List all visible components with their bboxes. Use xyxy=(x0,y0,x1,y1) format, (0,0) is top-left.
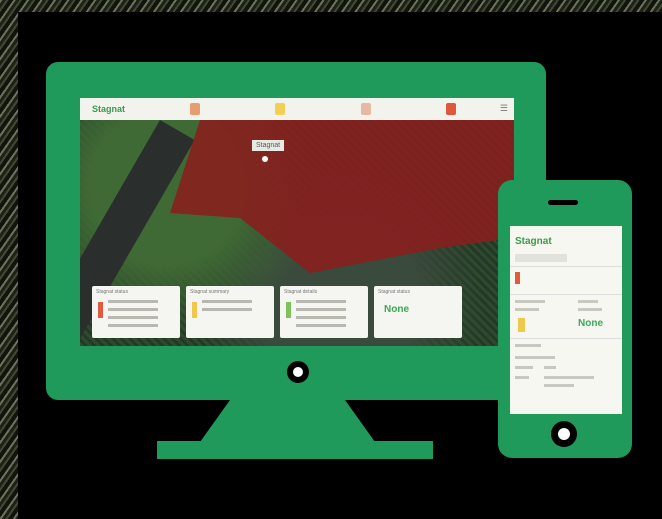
mobile-search-bar[interactable] xyxy=(515,254,567,262)
user-icon[interactable] xyxy=(189,103,200,115)
map-label: Stagnat xyxy=(252,140,285,151)
details-marker-icon xyxy=(286,302,291,318)
phone-screen: Stagnat None xyxy=(510,226,622,414)
card-summary[interactable]: Stagnat summary xyxy=(186,286,274,338)
card-status[interactable]: Stagnat status xyxy=(92,286,180,338)
notification-icon[interactable] xyxy=(446,103,457,115)
status-marker-icon xyxy=(515,272,520,284)
card-title: Stagnat status xyxy=(378,289,410,295)
app-logo[interactable]: Stagnat xyxy=(92,104,152,114)
document-icon[interactable] xyxy=(360,103,371,115)
mobile-app-logo[interactable]: Stagnat xyxy=(515,236,552,247)
summary-marker-icon xyxy=(192,302,197,318)
app-nav xyxy=(152,103,514,115)
summary-marker-icon xyxy=(518,318,525,332)
phone-speaker xyxy=(548,200,578,205)
card-title: Stagnat summary xyxy=(190,289,230,295)
card-value-text: None xyxy=(384,304,409,315)
card-details[interactable]: Stagnat details xyxy=(280,286,368,338)
menu-icon[interactable]: ☰ xyxy=(500,103,508,114)
map-pin-icon[interactable] xyxy=(262,156,268,162)
monitor-base xyxy=(157,441,433,459)
app-header-bar: Stagnat ☰ xyxy=(80,98,514,120)
card-value[interactable]: Stagnat status None xyxy=(374,286,462,338)
status-marker-icon xyxy=(98,302,103,318)
card-title: Stagnat status xyxy=(96,289,128,295)
dashboard-cards: Stagnat status Stagnat summary Stagnat d… xyxy=(92,286,462,338)
card-title: Stagnat details xyxy=(284,289,318,295)
desktop-screen: Stagnat ☰ Stagnat Stagnat status Stagnat… xyxy=(80,98,514,346)
alert-icon[interactable] xyxy=(275,103,286,115)
camera-lens xyxy=(293,367,303,377)
mobile-value-text: None xyxy=(578,318,603,329)
